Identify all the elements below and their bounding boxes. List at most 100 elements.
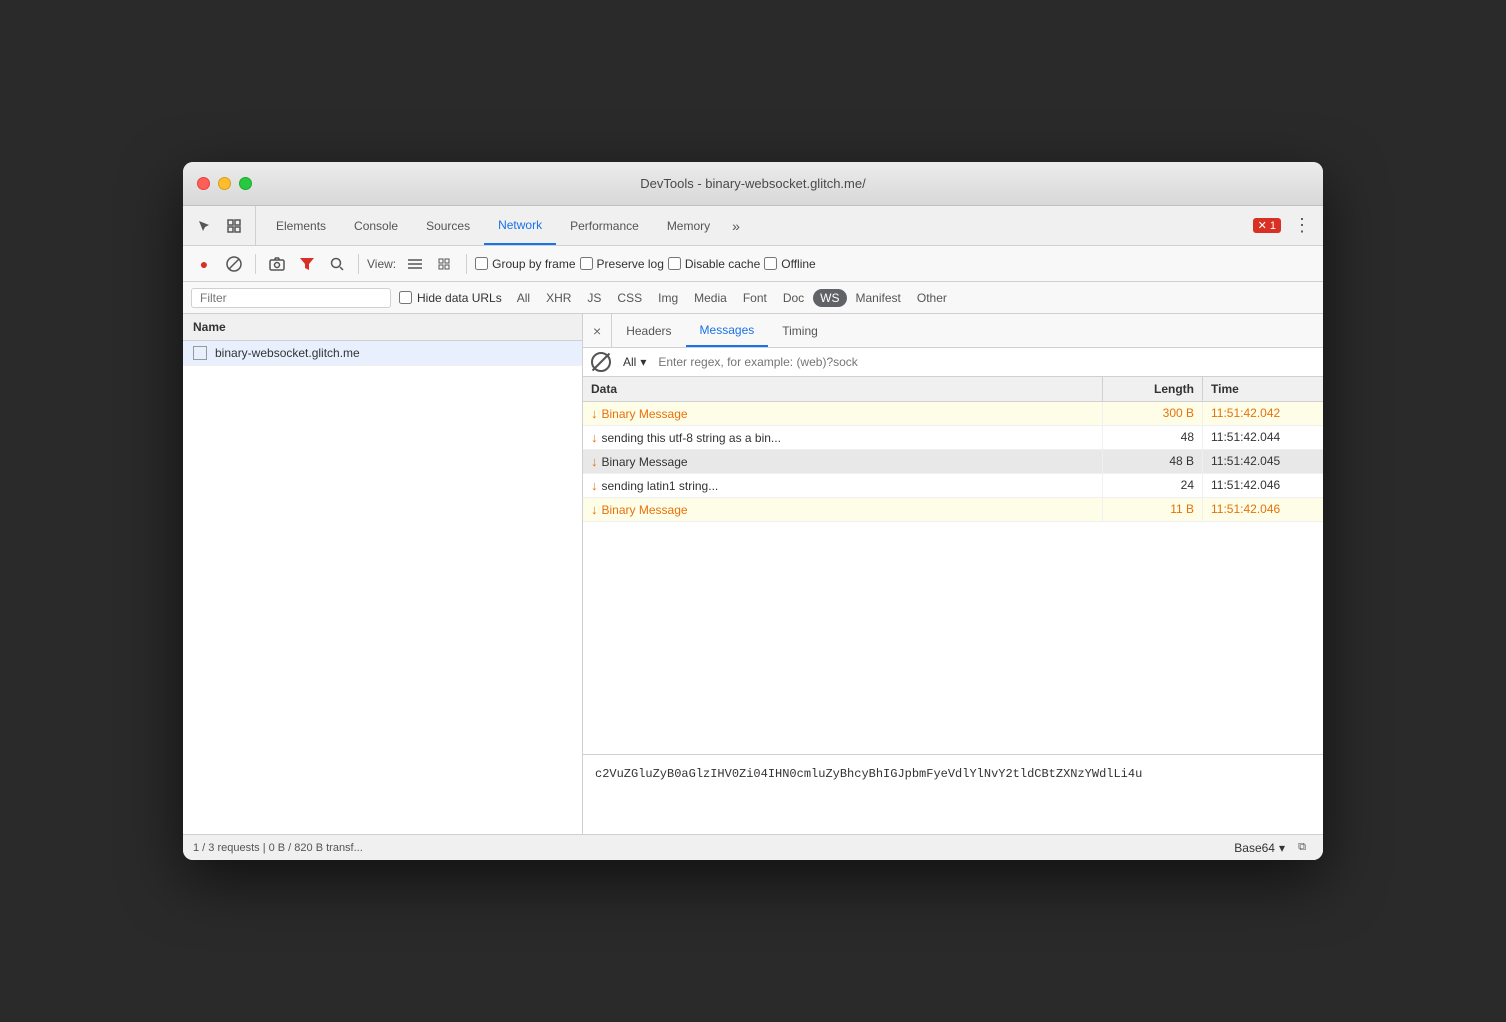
clear-button[interactable] xyxy=(221,251,247,277)
messages-filter-dropdown[interactable]: All ▾ xyxy=(617,353,652,371)
main-content: Name binary-websocket.glitch.me × Header… xyxy=(183,314,1323,834)
dropdown-chevron-icon: ▾ xyxy=(640,355,646,369)
filter-ws[interactable]: WS xyxy=(813,289,846,307)
message-time: 11:51:42.042 xyxy=(1203,402,1323,425)
request-item[interactable]: binary-websocket.glitch.me xyxy=(183,341,582,366)
arrow-down-icon: ↓ xyxy=(591,454,598,469)
group-by-frame-checkbox[interactable] xyxy=(475,257,488,270)
tab-memory[interactable]: Memory xyxy=(653,206,724,245)
message-data: ↓ sending this utf-8 string as a bin... xyxy=(583,426,1103,449)
disable-cache-checkbox[interactable] xyxy=(668,257,681,270)
encoding-select[interactable]: Base64 ▾ xyxy=(1234,841,1285,855)
col-time-header: Time xyxy=(1203,377,1323,401)
filter-manifest[interactable]: Manifest xyxy=(849,289,908,307)
preserve-log-checkbox[interactable] xyxy=(580,257,593,270)
filter-button[interactable] xyxy=(294,251,320,277)
network-toolbar: ● View: xyxy=(183,246,1323,282)
filter-input[interactable] xyxy=(191,288,391,308)
messages-filter: All ▾ xyxy=(583,348,1323,377)
requests-list: binary-websocket.glitch.me xyxy=(183,341,582,834)
maximize-button[interactable] xyxy=(239,177,252,190)
message-row[interactable]: ↓ Binary Message 48 B 11:51:42.045 xyxy=(583,450,1323,474)
arrow-down-icon: ↓ xyxy=(591,502,598,517)
tab-console[interactable]: Console xyxy=(340,206,412,245)
detail-close-button[interactable]: × xyxy=(583,314,612,347)
message-length: 48 B xyxy=(1103,450,1203,473)
message-length: 11 B xyxy=(1103,498,1203,521)
detail-tabs: × Headers Messages Timing xyxy=(583,314,1323,348)
messages-regex-input[interactable] xyxy=(658,355,1315,369)
request-icon xyxy=(193,346,207,360)
message-row[interactable]: ↓ Binary Message 300 B 11:51:42.042 xyxy=(583,402,1323,426)
message-data: ↓ Binary Message xyxy=(583,498,1103,521)
arrow-down-icon: ↓ xyxy=(591,406,598,421)
camera-button[interactable] xyxy=(264,251,290,277)
traffic-lights xyxy=(197,177,252,190)
request-name: binary-websocket.glitch.me xyxy=(215,346,360,360)
more-tabs-button[interactable]: » xyxy=(724,218,748,234)
view-label: View: xyxy=(367,257,396,271)
message-length: 48 xyxy=(1103,426,1203,449)
tab-performance[interactable]: Performance xyxy=(556,206,653,245)
message-time: 11:51:42.046 xyxy=(1203,498,1323,521)
offline-checkbox[interactable] xyxy=(764,257,777,270)
filter-js[interactable]: JS xyxy=(580,289,608,307)
message-data: ↓ Binary Message xyxy=(583,450,1103,473)
no-filter-icon[interactable] xyxy=(591,352,611,372)
message-data: ↓ sending latin1 string... xyxy=(583,474,1103,497)
message-time: 11:51:42.046 xyxy=(1203,474,1323,497)
tab-elements[interactable]: Elements xyxy=(262,206,340,245)
detail-panel: × Headers Messages Timing All ▾ xyxy=(583,314,1323,834)
status-text: 1 / 3 requests | 0 B / 820 B transf... xyxy=(193,842,1234,854)
copy-button[interactable]: ⧉ xyxy=(1291,837,1313,859)
tab-timing[interactable]: Timing xyxy=(768,314,832,347)
message-data: ↓ Binary Message xyxy=(583,402,1103,425)
message-row[interactable]: ↓ Binary Message 11 B 11:51:42.046 xyxy=(583,498,1323,522)
filter-font[interactable]: Font xyxy=(736,289,774,307)
tab-bar: Elements Console Sources Network Perform… xyxy=(183,206,1323,246)
tab-network[interactable]: Network xyxy=(484,206,556,245)
search-button[interactable] xyxy=(324,251,350,277)
toolbar-divider-2 xyxy=(358,254,359,274)
message-row[interactable]: ↓ sending this utf-8 string as a bin... … xyxy=(583,426,1323,450)
filter-css[interactable]: CSS xyxy=(610,289,649,307)
preserve-log-label: Preserve log xyxy=(597,257,664,271)
tab-sources[interactable]: Sources xyxy=(412,206,484,245)
inspect-icon[interactable] xyxy=(221,213,247,239)
tree-view-button[interactable] xyxy=(432,251,458,277)
requests-panel: Name binary-websocket.glitch.me xyxy=(183,314,583,834)
filter-img[interactable]: Img xyxy=(651,289,685,307)
window-title: DevTools - binary-websocket.glitch.me/ xyxy=(640,176,865,191)
cursor-icon[interactable] xyxy=(191,213,217,239)
tab-headers[interactable]: Headers xyxy=(612,314,685,347)
filter-doc[interactable]: Doc xyxy=(776,289,811,307)
tab-right: ✕ 1 ⋮ xyxy=(1253,215,1315,236)
requests-header: Name xyxy=(183,314,582,341)
title-bar: DevTools - binary-websocket.glitch.me/ xyxy=(183,162,1323,206)
close-button[interactable] xyxy=(197,177,210,190)
hide-data-urls-checkbox[interactable] xyxy=(399,291,412,304)
tab-messages[interactable]: Messages xyxy=(686,314,769,347)
message-time: 11:51:42.045 xyxy=(1203,450,1323,473)
toolbar-divider-1 xyxy=(255,254,256,274)
arrow-down-icon: ↓ xyxy=(591,478,598,493)
minimize-button[interactable] xyxy=(218,177,231,190)
record-button[interactable]: ● xyxy=(191,251,217,277)
messages-filter-label: All xyxy=(623,355,636,369)
offline-group: Offline xyxy=(764,257,815,271)
filter-media[interactable]: Media xyxy=(687,289,734,307)
more-options-button[interactable]: ⋮ xyxy=(1289,215,1315,236)
col-length-header: Length xyxy=(1103,377,1203,401)
filter-other[interactable]: Other xyxy=(910,289,954,307)
filter-xhr[interactable]: XHR xyxy=(539,289,578,307)
filter-all[interactable]: All xyxy=(510,289,537,307)
devtools-window: DevTools - binary-websocket.glitch.me/ E… xyxy=(183,162,1323,860)
encoding-chevron-icon: ▾ xyxy=(1279,841,1285,855)
message-row[interactable]: ↓ sending latin1 string... 24 11:51:42.0… xyxy=(583,474,1323,498)
error-badge[interactable]: ✕ 1 xyxy=(1253,218,1281,233)
preserve-log-group: Preserve log xyxy=(580,257,664,271)
encoding-label: Base64 xyxy=(1234,841,1275,855)
messages-table: Data Length Time ↓ Binary Message 300 B … xyxy=(583,377,1323,754)
list-view-button[interactable] xyxy=(402,251,428,277)
message-length: 24 xyxy=(1103,474,1203,497)
